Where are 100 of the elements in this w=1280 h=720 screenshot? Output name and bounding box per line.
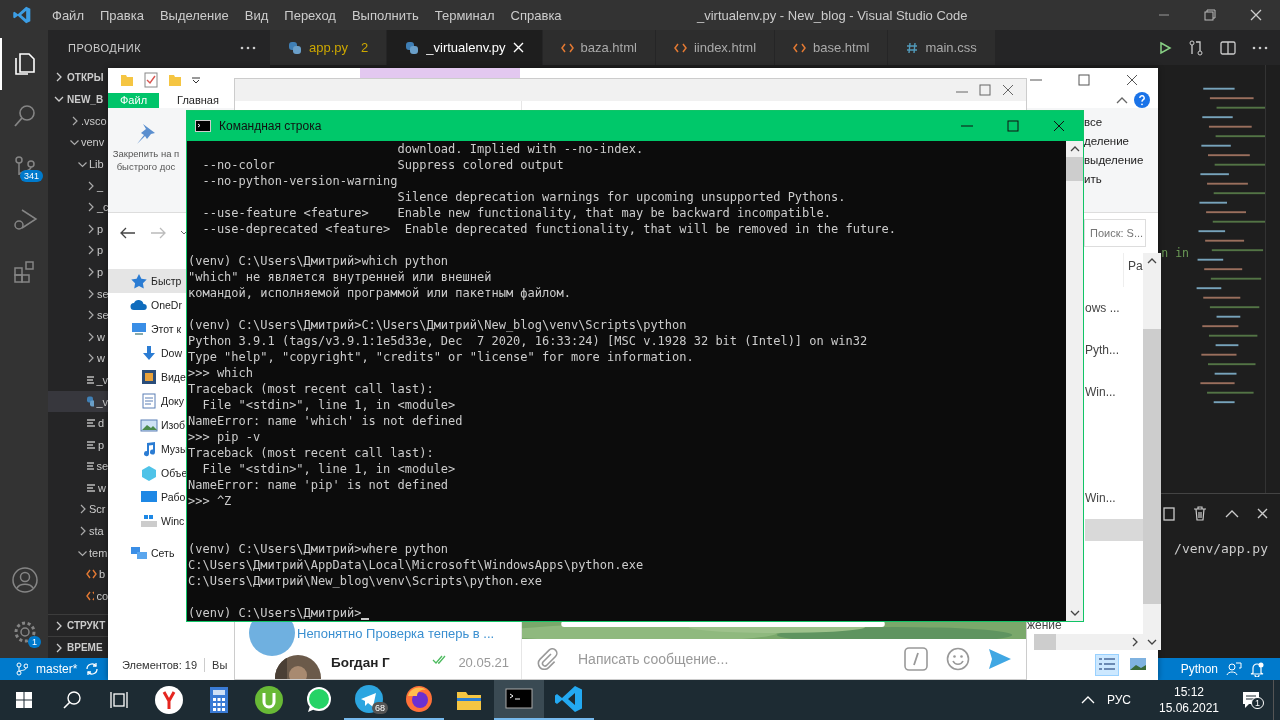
pin-button[interactable]: Закрепить на п быстрого дос (108, 108, 184, 172)
trash-icon[interactable] (1193, 506, 1207, 521)
nav-item[interactable]: Быстр (108, 269, 186, 293)
nav-item[interactable]: Рабо (108, 485, 186, 509)
tree-item[interactable]: w (48, 477, 108, 499)
clock[interactable]: 15:12 15.06.2021 (1149, 685, 1229, 715)
tree-item[interactable]: p (48, 239, 108, 262)
emoji-icon[interactable] (946, 647, 970, 671)
column-header[interactable]: Pa (1123, 253, 1143, 287)
tree-item[interactable]: p (48, 261, 108, 283)
nav-item[interactable]: Этот к (108, 317, 186, 341)
section-header[interactable]: NEW_B (48, 88, 108, 110)
scroll-thumb[interactable] (1066, 157, 1083, 181)
back-arrow-icon[interactable] (120, 227, 136, 239)
run-icon[interactable] (1158, 40, 1172, 55)
editor-tab[interactable]: iindex.html (655, 30, 776, 65)
tree-item[interactable]: p (48, 433, 108, 456)
sync-icon[interactable] (85, 662, 100, 676)
help-icon[interactable] (1134, 92, 1150, 108)
notifications-button[interactable]: 1 (1229, 691, 1273, 709)
branch-label[interactable]: master* (36, 662, 78, 676)
nav-item[interactable]: Изоб (108, 413, 186, 437)
tree-item[interactable]: sta (48, 520, 108, 542)
tree-item[interactable]: _v (48, 390, 108, 413)
tree-item[interactable]: _ (48, 174, 108, 197)
maximize-icon[interactable] (1078, 74, 1090, 86)
vertical-scrollbar[interactable] (1142, 253, 1161, 650)
ribbon-command[interactable]: деление (1084, 135, 1158, 147)
compare-icon[interactable] (1188, 39, 1204, 56)
tree-item[interactable]: venv (48, 131, 108, 154)
file-row[interactable]: жение (1027, 618, 1143, 634)
menu-item[interactable]: Вид (236, 7, 277, 23)
tree-item[interactable]: d (48, 412, 108, 434)
bell-icon[interactable] (1250, 661, 1264, 677)
menu-item[interactable]: Файл (44, 7, 92, 23)
nav-item[interactable]: Доку (108, 389, 186, 413)
dropdown-icon[interactable] (192, 76, 200, 84)
send-icon[interactable] (988, 648, 1012, 670)
dropdown-icon[interactable] (180, 230, 188, 236)
menu-item[interactable]: Выполнить (343, 7, 427, 23)
tree-item[interactable]: se (48, 455, 108, 478)
tree-item[interactable]: .vsco (48, 110, 108, 132)
more-icon[interactable] (240, 46, 256, 50)
editor-tab[interactable]: base.html (775, 30, 889, 65)
menu-item[interactable]: Переход (276, 7, 344, 23)
tree-item[interactable]: w (48, 347, 108, 370)
tree-item[interactable]: co (48, 585, 108, 607)
ribbon-command[interactable]: выделение (1084, 154, 1158, 166)
more-icon[interactable] (1252, 45, 1268, 50)
language-indicator[interactable]: РУС (1106, 693, 1131, 707)
ribbon-command[interactable]: ить (1084, 173, 1158, 185)
horizontal-scrollbar[interactable] (1034, 634, 1143, 650)
maximize-icon[interactable] (979, 84, 991, 96)
tree-item[interactable]: Lib (48, 153, 108, 175)
menu-item[interactable]: Терминал (426, 7, 503, 23)
tree-item[interactable]: tem (48, 541, 108, 564)
language-mode[interactable]: Python (1180, 662, 1218, 676)
editor-tab[interactable]: baza.html (542, 30, 656, 65)
nav-item[interactable]: OneDr (108, 293, 186, 317)
close-icon[interactable] (1126, 74, 1138, 86)
editor-tab[interactable]: main.css (888, 30, 996, 65)
split-icon[interactable] (1163, 506, 1175, 521)
tree-item[interactable]: _v (48, 369, 108, 391)
nav-item[interactable]: Объе (108, 461, 186, 485)
paperclip-icon[interactable] (536, 648, 558, 670)
tree-item[interactable]: se (48, 282, 108, 305)
tree-item[interactable]: p (48, 217, 108, 240)
commands-icon[interactable] (904, 647, 928, 671)
file-row[interactable]: Win... (1085, 371, 1143, 413)
menu-item[interactable]: Выделение (151, 7, 237, 23)
restore-icon[interactable] (1204, 9, 1216, 21)
split-editor-icon[interactable] (1220, 40, 1236, 55)
ribbon-command[interactable]: все (1084, 116, 1158, 128)
nav-item[interactable]: Dow (108, 341, 186, 365)
file-row[interactable]: ows ... (1085, 287, 1143, 329)
taskbar-app[interactable]: 68 (344, 680, 394, 720)
taskbar-app[interactable] (494, 680, 544, 720)
details-view-button[interactable] (1095, 654, 1119, 676)
close-icon[interactable] (1053, 120, 1065, 132)
activity-button[interactable]: 1 (0, 606, 48, 658)
nav-item[interactable]: Сеть (108, 541, 186, 565)
file-row[interactable]: Pyth... (1085, 329, 1143, 371)
editor-tab[interactable]: app.py 2 (270, 30, 388, 65)
properties-icon[interactable] (144, 72, 158, 88)
tree-item[interactable]: b (48, 563, 108, 586)
ribbon-tab[interactable]: Главная (165, 92, 231, 108)
feedback-icon[interactable] (1226, 662, 1242, 676)
maximize-icon[interactable] (1007, 120, 1019, 132)
nav-item[interactable]: Виде (108, 365, 186, 389)
tree-item[interactable]: w (48, 325, 108, 348)
file-row[interactable]: Win... (1085, 477, 1143, 519)
menu-item[interactable]: Правка (91, 7, 152, 23)
tree-item[interactable]: Scr (48, 498, 108, 521)
vertical-scrollbar[interactable] (1066, 141, 1083, 621)
editor-tab[interactable]: _virtualenv.py (387, 30, 543, 65)
tree-item[interactable]: _c (48, 196, 108, 218)
section-header[interactable]: ОТКРЫ (48, 66, 108, 88)
nav-item[interactable]: Winc (108, 509, 186, 533)
tree-item[interactable]: se (48, 304, 108, 326)
search-field[interactable]: Поиск: S... (1084, 219, 1146, 247)
